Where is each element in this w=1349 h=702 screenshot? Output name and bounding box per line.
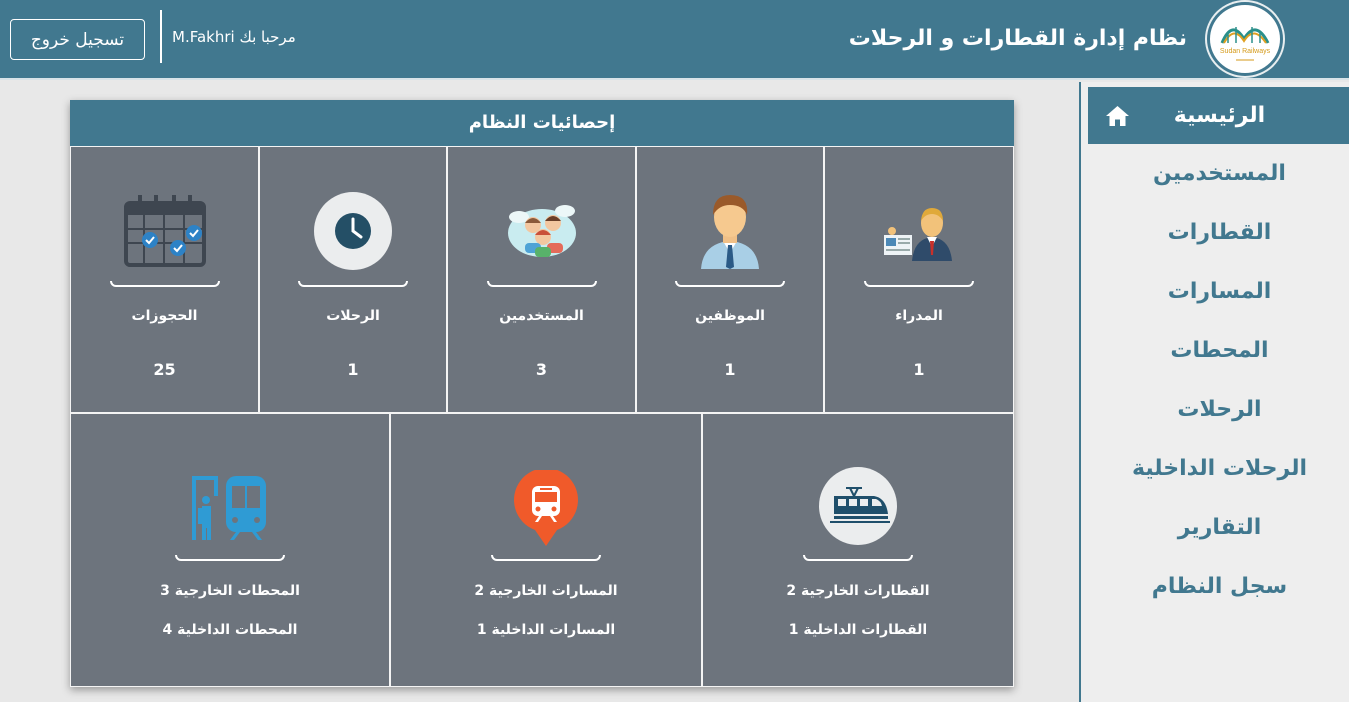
stat-line-external: المسارات الخارجية 2 [474,583,618,599]
clock-icon [314,192,392,270]
system-stats-panel: إحصائيات النظام الحجوزات 25 الرحلات 1 ال… [70,100,1014,687]
underline [298,281,408,287]
stat-card-users[interactable]: المستخدمين 3 [447,146,636,413]
manager-icon [884,208,952,261]
sidebar-nav: الرئيسية المستخدمين القطارات المسارات ال… [1079,82,1349,702]
stat-value: 1 [913,360,925,379]
stat-line-internal: القطارات الداخلية 1 [788,622,928,638]
stat-card-managers[interactable]: المدراء 1 [824,146,1014,413]
app-title: نظام إدارة القطارات و الرحلات [848,26,1187,51]
stat-card-trains[interactable]: القطارات الخارجية 2 القطارات الداخلية 1 [702,413,1014,687]
logout-button[interactable]: تسجيل خروج [10,19,145,60]
station-icon [192,476,266,540]
sidebar-item-home[interactable]: الرئيسية [1088,87,1349,144]
sidebar-item-stations[interactable]: المحطات [1088,326,1349,376]
welcome-prefix: مرحبا بك [239,28,296,46]
sidebar-item-reports[interactable]: التقارير [1088,503,1349,553]
panel-title: إحصائيات النظام [70,100,1014,146]
underline [491,555,601,561]
svg-text:Sudan Railways: Sudan Railways [1220,48,1271,55]
stat-value: 3 [535,360,548,379]
sidebar-item-label: الرئيسية [1173,103,1266,128]
sidebar-item-internal-trips[interactable]: الرحلات الداخلية [1088,444,1349,494]
stat-value: 1 [724,360,736,379]
stat-card-bookings[interactable]: الحجوزات 25 [70,146,259,413]
sidebar-item-trips[interactable]: الرحلات [1088,385,1349,435]
employee-icon [701,195,759,269]
stat-card-trips[interactable]: الرحلات 1 [259,146,447,413]
header-divider [160,10,162,63]
underline [803,555,913,561]
stat-card-employees[interactable]: الموظفين 1 [636,146,824,413]
stat-label: المدراء [895,308,943,324]
stat-line-internal: المحطات الداخلية 4 [162,622,298,638]
calendar-icon [123,195,206,267]
underline [175,555,285,561]
route-pin-icon [514,470,578,546]
sidebar-item-users[interactable]: المستخدمين [1088,149,1349,199]
stat-label: الرحلات [326,308,380,324]
underline [109,281,220,287]
sidebar-item-trains[interactable]: القطارات [1088,208,1349,258]
stat-value: 25 [153,360,176,379]
welcome-message: M.Fakhri مرحبا بك [172,28,296,46]
stat-value: 1 [347,360,359,379]
train-icon [819,467,897,545]
top-header: Sudan Railways نظام إدارة القطارات و الر… [0,0,1349,80]
stat-line-internal: المسارات الداخلية 1 [476,622,616,638]
underline [864,281,974,287]
username: M.Fakhri [172,28,235,46]
sidebar-item-routes[interactable]: المسارات [1088,267,1349,317]
stat-line-external: القطارات الخارجية 2 [786,583,930,599]
stat-label: المستخدمين [499,308,584,324]
sidebar-item-system-log[interactable]: سجل النظام [1088,562,1349,612]
stat-label: الموظفين [695,308,765,324]
stat-card-routes[interactable]: المسارات الخارجية 2 المسارات الداخلية 1 [390,413,702,687]
underline [675,281,785,287]
users-icon [507,205,576,257]
stat-card-stations[interactable]: المحطات الخارجية 3 المحطات الداخلية 4 [70,413,390,687]
stat-line-external: المحطات الخارجية 3 [160,583,300,599]
sudan-railways-logo[interactable]: Sudan Railways [1207,2,1283,76]
underline [486,281,597,287]
stat-label: الحجوزات [131,308,198,324]
